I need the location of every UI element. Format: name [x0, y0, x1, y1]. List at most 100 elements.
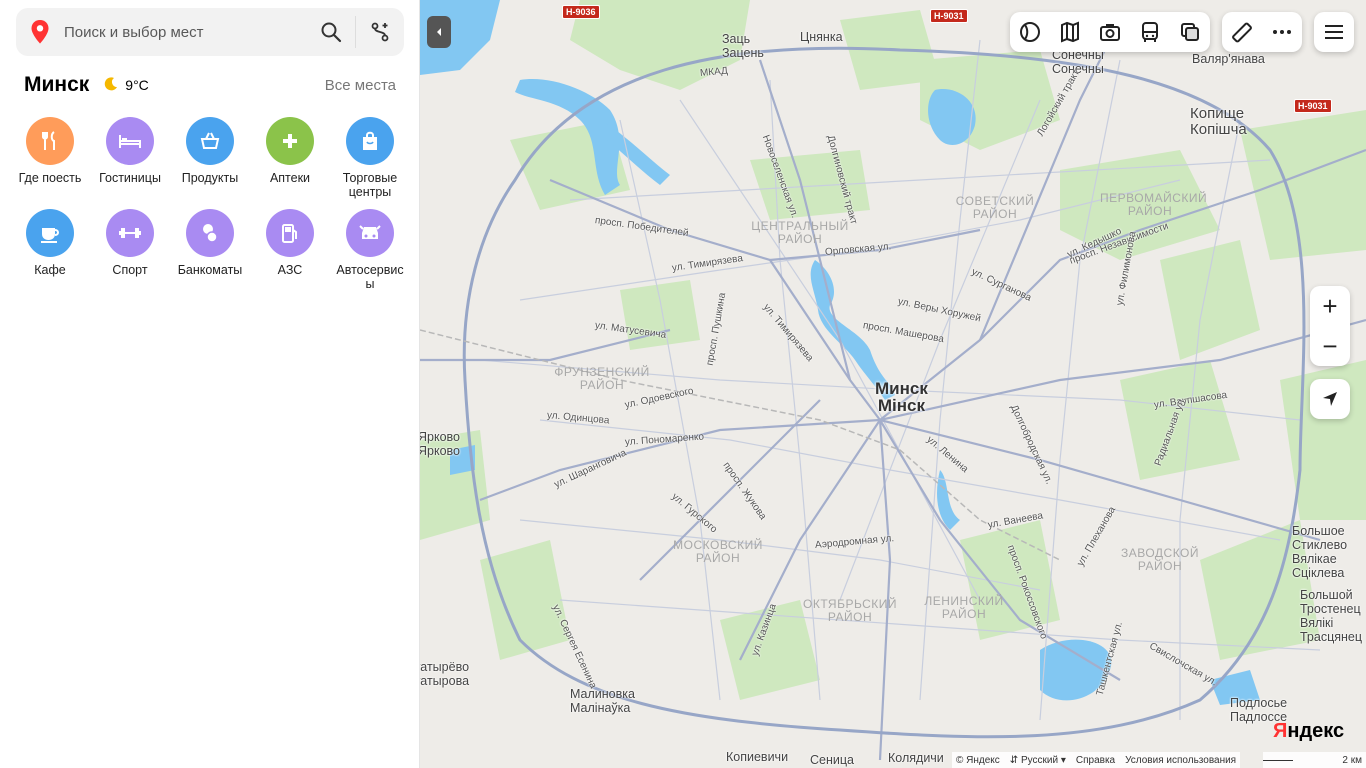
camera-icon[interactable] [1090, 12, 1130, 52]
category-dumbbell[interactable]: Спорт [90, 209, 170, 291]
category-label: Продукты [181, 171, 239, 185]
category-label: АЗС [277, 263, 303, 277]
city-header: Минск 9°C Все места [24, 70, 396, 100]
map-view[interactable]: Минск Мінск Заць Зацень Цнянка Сонечны Сонеч… [420, 0, 1366, 768]
category-label: Гостиницы [99, 171, 161, 185]
district-label: СОВЕТСКИЙ РАЙОН [955, 194, 1035, 221]
fork-knife-icon [26, 117, 74, 165]
town-name: Подлосье [1230, 696, 1288, 710]
category-coins[interactable]: Банкоматы [170, 209, 250, 291]
plus-icon [266, 117, 314, 165]
route-icon[interactable] [356, 8, 404, 56]
category-label: Спорт [112, 263, 148, 277]
town-name-by: Копішча [1190, 121, 1247, 138]
collapse-sidebar-button[interactable] [427, 16, 451, 48]
sidebar: Минск 9°C Все места Где поесть Гостиницы П… [0, 0, 420, 768]
district-label: ФРУНЗЕНСКИЙ РАЙОН [554, 365, 650, 392]
category-bed[interactable]: Гостиницы [90, 117, 170, 199]
category-grid: Где поесть Гостиницы Продукты Аптеки Торговы… [10, 117, 410, 291]
zoom-out-button[interactable]: − [1310, 326, 1350, 366]
dumbbell-icon [106, 209, 154, 257]
category-label: Где поесть [18, 171, 82, 185]
zoom-controls: + − [1310, 286, 1350, 366]
town-name-by: Малінаўка [570, 701, 631, 715]
panorama-icon[interactable] [1010, 12, 1050, 52]
scale-line [1263, 760, 1293, 761]
ruler-icon[interactable] [1222, 12, 1262, 52]
bed-icon [106, 117, 154, 165]
zoom-in-button[interactable]: + [1310, 286, 1350, 326]
scale-label: 2 км [1342, 754, 1362, 766]
yandex-logo[interactable]: Яндекс [1273, 720, 1344, 743]
district-label: МОСКОВСКИЙ РАЙОН [673, 538, 763, 565]
category-coffee-cup[interactable]: Кафе [10, 209, 90, 291]
town-name: Валяр'янава [1192, 52, 1265, 66]
town-label: Цнянка [800, 30, 843, 44]
town-name: гатырёво [420, 660, 470, 674]
town-name: Сеница [810, 753, 854, 767]
weather[interactable]: 9°C [103, 76, 149, 95]
map-layers-toolbar [1010, 12, 1210, 52]
town-name: Заць [722, 32, 751, 46]
town-name: Большое Стиклево [1292, 524, 1348, 552]
town-name-by: Вялікі Трасцянец [1300, 616, 1363, 644]
language-selector[interactable]: ⇵ Русский ▾ [1010, 755, 1066, 766]
category-fuel[interactable]: АЗС [250, 209, 330, 291]
temperature: 9°C [125, 77, 149, 93]
shopping-bag-icon [346, 117, 394, 165]
moon-icon [103, 76, 119, 95]
coins-icon [186, 209, 234, 257]
town-label: Колядичи [888, 751, 944, 765]
search-icon[interactable] [307, 8, 355, 56]
search-bar[interactable] [16, 8, 404, 56]
fuel-icon [266, 209, 314, 257]
category-label: Банкоматы [177, 263, 243, 277]
highway-shield: Н-9031 [1294, 99, 1332, 113]
town-name-by: Вялікае Сціклева [1292, 552, 1345, 580]
layers-icon[interactable] [1170, 12, 1210, 52]
app: Минск 9°C Все места Где поесть Гостиницы П… [0, 0, 1366, 768]
town-name-by: Зацень [722, 46, 764, 60]
district-label: ПЕРВОМАЙСКИЙ РАЙОН [1100, 191, 1208, 218]
category-label: Торговые центры [342, 171, 398, 199]
my-location-button[interactable] [1310, 379, 1350, 419]
town-label: Сеница [810, 753, 854, 767]
category-shopping-bag[interactable]: Торговые центры [330, 117, 410, 199]
map-footer: © Яндекс ⇵ Русский ▾ Справка Условия исп… [952, 752, 1241, 768]
town-name-by: Ярково [420, 444, 460, 458]
help-link[interactable]: Справка [1076, 755, 1115, 766]
category-car[interactable]: Автосервисы [330, 209, 410, 291]
menu-icon[interactable] [1314, 12, 1354, 52]
district-label: ОКТЯБРЬСКИЙ РАЙОН [803, 597, 897, 624]
category-fork-knife[interactable]: Где поесть [10, 117, 90, 199]
scale-bar: 2 км [1263, 752, 1366, 768]
town-label: Валяр'янава [1192, 52, 1265, 66]
district-label: ЗАВОДСКОЙ РАЙОН [1120, 546, 1200, 573]
town-name: Цнянка [800, 30, 843, 44]
location-pin-icon [16, 8, 64, 56]
category-label: Аптеки [269, 171, 311, 185]
town-name: Копиевичи [726, 750, 789, 764]
coffee-cup-icon [26, 209, 74, 257]
town-name: Колядичи [888, 751, 944, 765]
town-name-by: гатырова [420, 674, 470, 688]
category-basket[interactable]: Продукты [170, 117, 250, 199]
town-label: Большое Стиклево Вялікае Сціклева [1292, 524, 1366, 580]
district-label: ЦЕНТРАЛЬНЫЙ РАЙОН [751, 219, 849, 246]
bus-icon[interactable] [1130, 12, 1170, 52]
category-plus[interactable]: Аптеки [250, 117, 330, 199]
railway [420, 329, 1061, 561]
copyright-link[interactable]: © Яндекс [956, 755, 1000, 766]
category-label: Автосервисы [336, 263, 404, 291]
transit-map-icon[interactable] [1050, 12, 1090, 52]
town-label: гатырёво гатырова [420, 660, 469, 688]
town-label: Копиевичи [726, 750, 788, 764]
town-label: Большой Тростенец Вялікі Трасцянец [1300, 588, 1366, 644]
city-name[interactable]: Минск [24, 73, 89, 97]
terms-link[interactable]: Условия использования [1125, 755, 1236, 766]
more-icon[interactable] [1262, 12, 1302, 52]
town-label: Копище Копішча [1190, 106, 1247, 138]
all-places-link[interactable]: Все места [325, 77, 396, 94]
search-input[interactable] [64, 23, 307, 41]
category-label: Кафе [34, 263, 66, 277]
